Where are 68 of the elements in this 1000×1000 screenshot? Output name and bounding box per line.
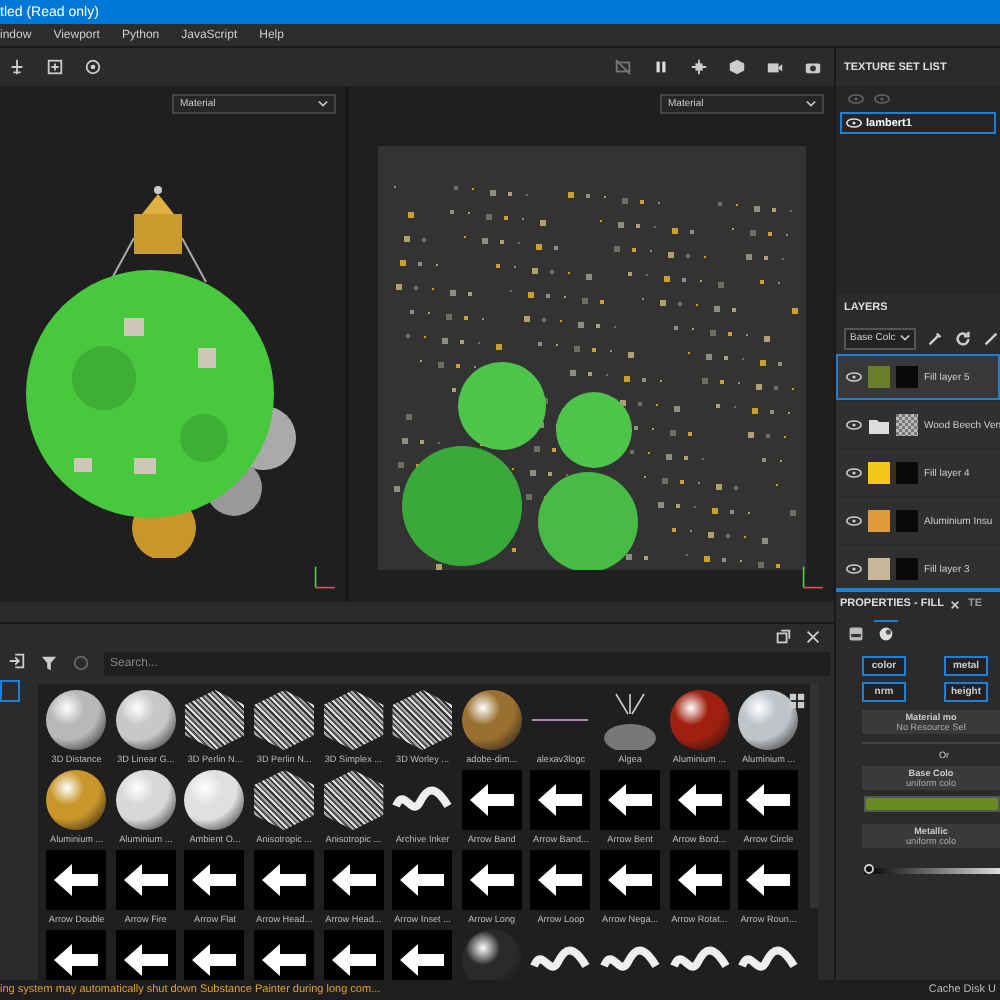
arrow-thumbnail[interactable]	[738, 850, 799, 910]
axis-icon[interactable]	[690, 58, 708, 76]
grid-view-icon[interactable]	[788, 692, 806, 710]
pause-icon[interactable]	[652, 58, 670, 76]
folder-icon	[868, 417, 890, 433]
arrow-thumbnail[interactable]	[46, 850, 107, 910]
arrow-thumbnail[interactable]	[115, 850, 176, 910]
arrow-thumbnail[interactable]	[600, 770, 661, 830]
caret-icon	[318, 100, 328, 108]
picker-icon[interactable]	[925, 329, 944, 347]
arrow-thumbnail[interactable]	[254, 930, 315, 980]
arrow-thumbnail[interactable]	[46, 930, 107, 980]
circle-target-icon[interactable]	[84, 58, 102, 76]
caret-icon	[899, 334, 910, 342]
arrow-thumbnail[interactable]	[392, 930, 453, 980]
arrow-thumbnail[interactable]	[530, 850, 591, 910]
color-swatch[interactable]	[864, 796, 1000, 812]
sphere-thumbnail[interactable]	[115, 770, 176, 830]
sphere-tab[interactable]	[874, 620, 898, 646]
noise-thumbnail[interactable]	[254, 690, 315, 750]
dome-thumbnail[interactable]	[600, 690, 661, 750]
refresh-icon[interactable]	[953, 329, 972, 347]
arrow-thumbnail[interactable]	[392, 850, 453, 910]
layer-mask-thumbnail	[896, 414, 918, 436]
arrow-thumbnail[interactable]	[600, 850, 661, 910]
category-item-frame[interactable]	[0, 680, 20, 702]
cube-icon[interactable]	[728, 58, 746, 76]
import-icon[interactable]	[7, 652, 25, 670]
noise-thumbnail[interactable]	[323, 690, 384, 750]
arrow-thumbnail[interactable]	[461, 850, 522, 910]
slider-thumb[interactable]	[864, 864, 874, 874]
arrow-thumbnail[interactable]	[323, 850, 384, 910]
noise-thumbnail[interactable]	[392, 690, 453, 750]
sphere-thumbnail[interactable]	[461, 690, 522, 750]
filter-icon[interactable]	[40, 654, 58, 672]
screenshot-icon[interactable]	[804, 58, 822, 76]
sphere-thumbnail[interactable]	[738, 690, 799, 750]
sphere-thumbnail[interactable]	[46, 770, 107, 830]
arrow-thumbnail[interactable]	[184, 930, 245, 980]
arrow-thumbnail[interactable]	[184, 850, 245, 910]
arrow-thumbnail[interactable]	[669, 850, 730, 910]
close-icon[interactable]	[949, 599, 960, 609]
sphere-thumbnail[interactable]	[115, 690, 176, 750]
image-off-icon[interactable]	[614, 58, 632, 76]
arrow-thumbnail[interactable]	[323, 930, 384, 980]
layer-mask-thumbnail	[896, 510, 918, 532]
arrow-thumbnail[interactable]	[530, 770, 591, 830]
sphere-thumbnail[interactable]	[184, 770, 245, 830]
sphere-thumbnail[interactable]	[46, 690, 107, 750]
arrow-thumbnail[interactable]	[254, 850, 315, 910]
symmetry-icon[interactable]	[8, 58, 26, 76]
layer-mask-thumbnail	[896, 558, 918, 580]
arrow-thumbnail[interactable]	[461, 770, 522, 830]
arrow-thumbnail[interactable]	[669, 770, 730, 830]
arrow-thumbnail[interactable]	[738, 770, 799, 830]
caret-icon	[806, 100, 816, 108]
frame-icon[interactable]	[46, 58, 64, 76]
layer-mask-thumbnail	[896, 366, 918, 388]
sphere-thumbnail[interactable]	[461, 930, 522, 980]
camera-icon[interactable]	[766, 58, 784, 76]
brush-icon[interactable]	[981, 329, 1000, 347]
arrow-thumbnail[interactable]	[115, 930, 176, 980]
noise-thumbnail[interactable]	[184, 690, 245, 750]
close-icon[interactable]	[804, 627, 822, 645]
circle-icon[interactable]	[72, 654, 90, 672]
layer-mask-thumbnail	[896, 462, 918, 484]
sphere-thumbnail[interactable]	[669, 690, 730, 750]
restore-icon[interactable]	[774, 627, 792, 645]
